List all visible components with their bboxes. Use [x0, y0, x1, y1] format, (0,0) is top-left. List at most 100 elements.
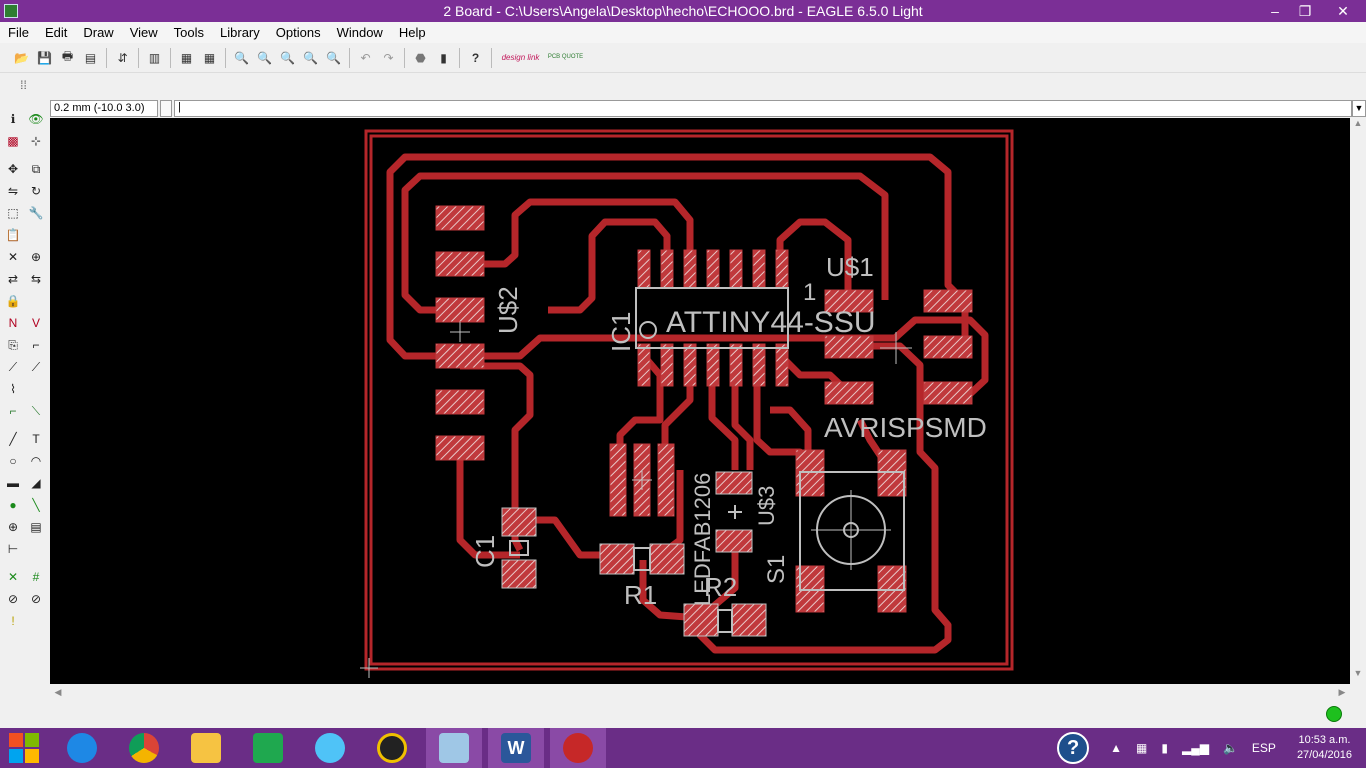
scroll-down-icon[interactable]: ▼	[1350, 668, 1366, 684]
polygon-icon[interactable]: ◢	[27, 474, 45, 492]
change-icon[interactable]: 🔧	[27, 204, 45, 222]
close-button[interactable]: ✕	[1320, 0, 1366, 22]
horizontal-scrollbar[interactable]: ◀ ▶	[50, 684, 1350, 700]
help-icon[interactable]: ?	[467, 49, 485, 67]
network-icon[interactable]: ▦	[1136, 741, 1147, 755]
text-icon[interactable]: T	[27, 430, 45, 448]
command-dropdown-icon[interactable]: ▼	[1352, 99, 1366, 117]
menu-file[interactable]: File	[0, 25, 37, 40]
eagle-icon[interactable]	[550, 728, 606, 768]
meander-icon[interactable]: ⌇	[4, 380, 22, 398]
tray-chevron-icon[interactable]: ▲	[1110, 741, 1122, 755]
dimension-icon[interactable]: ⊢	[4, 540, 22, 558]
attribute-icon[interactable]: ▤	[27, 518, 45, 536]
copy-icon[interactable]: ⧉	[27, 160, 45, 178]
vertical-scrollbar[interactable]: ▲ ▼	[1350, 118, 1366, 684]
autorouter-icon[interactable]: #	[27, 568, 45, 586]
help-bubble-icon[interactable]: ?	[1057, 732, 1090, 764]
store-icon[interactable]	[240, 728, 296, 768]
undo-icon[interactable]: ↶	[357, 49, 375, 67]
battery-icon[interactable]: ▮	[1161, 741, 1168, 755]
route-icon[interactable]: ⌐	[4, 402, 22, 420]
wire-icon[interactable]: ╱	[4, 430, 22, 448]
board-canvas[interactable]: ATTINY44-SSU IC1 1 U$1 U$2 AVRISPSMD U$3…	[50, 118, 1350, 684]
scroll-right-icon[interactable]: ▶	[1334, 684, 1350, 700]
group-icon[interactable]: ⬚	[4, 204, 22, 222]
lock-icon[interactable]: 🔒	[4, 292, 22, 310]
ie-icon[interactable]	[54, 728, 110, 768]
replace-icon[interactable]: ⇆	[27, 270, 45, 288]
command-input[interactable]: |	[174, 99, 1352, 117]
explorer-icon[interactable]	[178, 728, 234, 768]
scroll-up-icon[interactable]: ▲	[1350, 118, 1366, 134]
menu-tools[interactable]: Tools	[166, 25, 212, 40]
volume-icon[interactable]: 🔈	[1223, 741, 1238, 755]
split-icon[interactable]: ⟋	[4, 358, 22, 376]
errors-icon[interactable]: !	[4, 612, 22, 630]
restore-button[interactable]: ❐	[1290, 0, 1320, 22]
zoom-redraw-icon[interactable]: 🔍	[302, 49, 320, 67]
via-icon[interactable]: ●	[4, 496, 22, 514]
menu-edit[interactable]: Edit	[37, 25, 75, 40]
scroll-left-icon[interactable]: ◀	[50, 684, 66, 700]
hole-icon[interactable]: ⊕	[4, 518, 22, 536]
notes-icon[interactable]	[426, 728, 482, 768]
drc-icon[interactable]: ⊘	[27, 590, 45, 608]
media-icon[interactable]	[364, 728, 420, 768]
zoom-out-icon[interactable]: 🔍	[279, 49, 297, 67]
move-icon[interactable]: ✥	[4, 160, 22, 178]
ulp-icon[interactable]: ▦	[201, 49, 219, 67]
grid-icon[interactable]: ⁞⁞	[15, 76, 33, 94]
coordinate-button[interactable]	[160, 99, 172, 117]
open-icon[interactable]: 📂	[13, 49, 31, 67]
signal-icon[interactable]: ▂▄▆	[1182, 741, 1209, 755]
rect-icon[interactable]: ▬	[4, 474, 22, 492]
arc-icon[interactable]: ◠	[27, 452, 45, 470]
word-icon[interactable]: W	[488, 728, 544, 768]
info-icon[interactable]: ℹ	[4, 110, 22, 128]
menu-view[interactable]: View	[122, 25, 166, 40]
menu-help[interactable]: Help	[391, 25, 434, 40]
minimize-button[interactable]: –	[1260, 0, 1290, 22]
menu-window[interactable]: Window	[329, 25, 391, 40]
zoom-select-icon[interactable]: 🔍	[325, 49, 343, 67]
rocket-icon[interactable]	[302, 728, 358, 768]
library-icon[interactable]: ▥	[146, 49, 164, 67]
smash-icon[interactable]: ⎘	[4, 336, 22, 354]
ripup-icon[interactable]: ⟍	[27, 402, 45, 420]
ratsnest-icon[interactable]: ✕	[4, 568, 22, 586]
scr-icon[interactable]: ▦	[178, 49, 196, 67]
signal-icon[interactable]: ╲	[27, 496, 45, 514]
add-icon[interactable]: ⊕	[27, 248, 45, 266]
mirror-icon[interactable]: ⇋	[4, 182, 22, 200]
chrome-icon[interactable]	[116, 728, 172, 768]
erc-icon[interactable]: ⊘	[4, 590, 22, 608]
pinswap-icon[interactable]: ⇄	[4, 270, 22, 288]
cam-icon[interactable]: ▤	[82, 49, 100, 67]
display-icon[interactable]: ▩	[4, 132, 22, 150]
mark-icon[interactable]: ⊹	[27, 132, 45, 150]
optimize-icon[interactable]: ⟋	[27, 358, 45, 376]
menu-draw[interactable]: Draw	[75, 25, 121, 40]
zoom-in-icon[interactable]: 🔍	[256, 49, 274, 67]
go-icon[interactable]: ▮	[435, 49, 453, 67]
pcb-quote-icon[interactable]: PCB QUOTE	[548, 49, 584, 67]
miter-icon[interactable]: ⌐	[27, 336, 45, 354]
script-icon[interactable]: ⇵	[114, 49, 132, 67]
menu-library[interactable]: Library	[212, 25, 268, 40]
value-icon[interactable]: V	[27, 314, 45, 332]
zoom-fit-icon[interactable]: 🔍	[233, 49, 251, 67]
circle-icon[interactable]: ○	[4, 452, 22, 470]
name-icon[interactable]: N	[4, 314, 22, 332]
redo-icon[interactable]: ↷	[380, 49, 398, 67]
delete-icon[interactable]: ✕	[4, 248, 22, 266]
clock[interactable]: 10:53 a.m. 27/04/2016	[1297, 733, 1352, 763]
paste-icon[interactable]: 📋	[4, 226, 22, 244]
rotate-icon[interactable]: ↻	[27, 182, 45, 200]
designlink-icon[interactable]: design link	[499, 49, 543, 67]
menu-options[interactable]: Options	[268, 25, 329, 40]
show-icon[interactable]: 👁	[27, 110, 45, 128]
start-button[interactable]	[0, 728, 48, 768]
print-icon[interactable]: 🖶	[59, 49, 77, 67]
stop-icon[interactable]: ⬣	[412, 49, 430, 67]
